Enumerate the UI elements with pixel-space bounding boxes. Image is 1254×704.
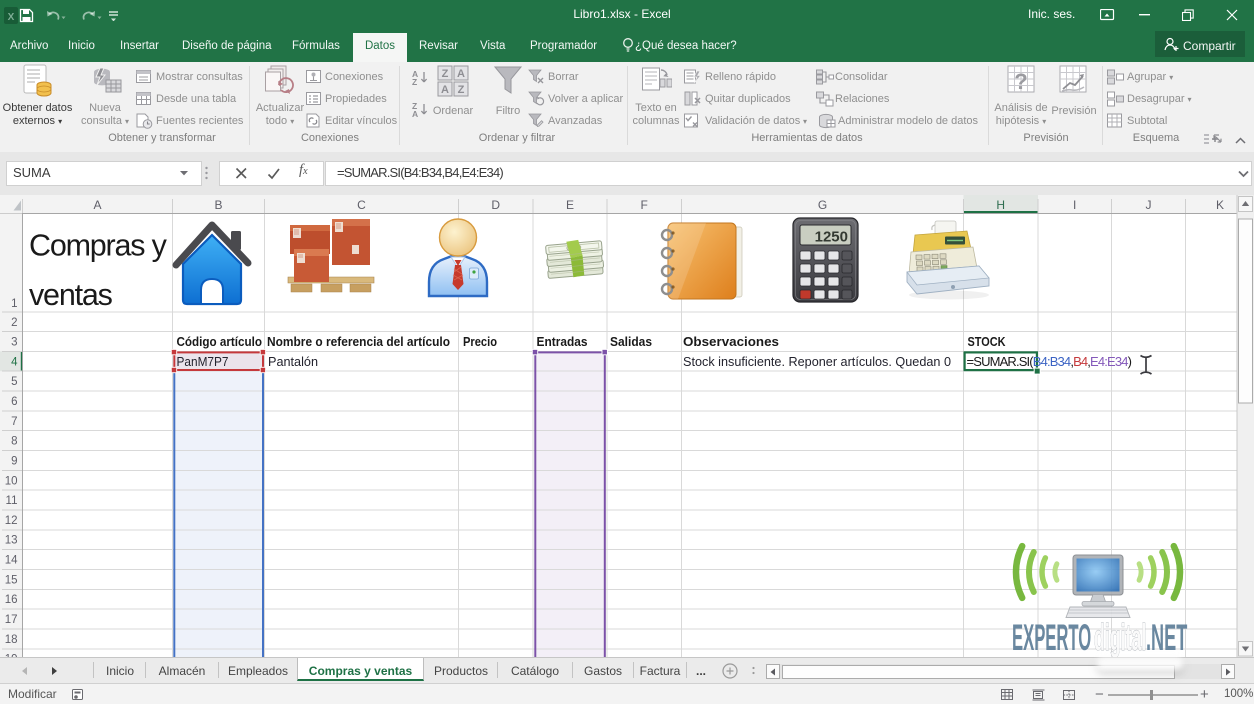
svg-text:digital: digital <box>1094 618 1146 657</box>
svg-text:G: G <box>818 198 827 212</box>
svg-text:9: 9 <box>11 455 17 467</box>
svg-text:Nombre o referencia del artícu: Nombre o referencia del artículo <box>267 334 450 349</box>
svg-text:8: 8 <box>11 436 17 448</box>
svg-text:.NET: .NET <box>1146 618 1187 657</box>
svg-text:11: 11 <box>6 495 18 507</box>
svg-text:6: 6 <box>11 396 17 408</box>
svg-text:13: 13 <box>5 535 18 547</box>
svg-text:Z: Z <box>412 77 417 86</box>
svg-text:PanM7P7: PanM7P7 <box>177 354 229 369</box>
svg-text:2: 2 <box>11 317 17 329</box>
svg-text:14: 14 <box>5 555 18 567</box>
svg-text:Z: Z <box>442 68 449 80</box>
svg-text:15: 15 <box>5 574 18 586</box>
svg-text:C: C <box>357 198 366 212</box>
svg-text:I: I <box>1073 198 1076 212</box>
svg-text:1: 1 <box>11 298 17 310</box>
svg-text:Precio: Precio <box>463 334 497 349</box>
svg-text:A: A <box>441 84 449 96</box>
svg-text:?: ? <box>1014 69 1027 94</box>
svg-text:D: D <box>491 198 500 212</box>
svg-text:Entradas: Entradas <box>537 334 588 349</box>
svg-text:12: 12 <box>5 515 18 527</box>
svg-text:A: A <box>93 198 101 212</box>
svg-text:Stock insuficiente. Reponer ar: Stock insuficiente. Reponer artículos. Q… <box>683 354 951 369</box>
svg-text:J: J <box>1146 198 1152 212</box>
svg-text:Código artículo: Código artículo <box>177 334 263 349</box>
svg-text:ventas: ventas <box>29 278 113 312</box>
svg-text:Z: Z <box>458 84 465 96</box>
svg-text:E: E <box>566 198 574 212</box>
svg-text:16: 16 <box>5 594 18 606</box>
svg-text:H: H <box>996 198 1005 212</box>
svg-text:F: F <box>641 198 648 212</box>
svg-text:Observaciones: Observaciones <box>683 334 779 349</box>
svg-text:17: 17 <box>5 614 18 626</box>
svg-text:1250: 1250 <box>815 229 848 246</box>
svg-text:Pantalón: Pantalón <box>268 354 318 369</box>
svg-text:B: B <box>214 198 222 212</box>
svg-text:X: X <box>8 12 15 23</box>
svg-text:4: 4 <box>11 356 18 368</box>
svg-text:EXPERTO: EXPERTO <box>1012 618 1091 657</box>
svg-text:7: 7 <box>11 416 17 428</box>
svg-text:=SUMAR.SI(B4:B34,B4,E4:E34): =SUMAR.SI(B4:B34,B4,E4:E34) <box>967 354 1132 369</box>
svg-text:A: A <box>457 68 465 80</box>
svg-text:5: 5 <box>11 376 17 388</box>
svg-text:Salidas: Salidas <box>610 334 652 349</box>
svg-text:18: 18 <box>5 634 18 646</box>
svg-text:K: K <box>1216 198 1224 212</box>
svg-text:STOCK: STOCK <box>968 334 1007 349</box>
svg-text:A: A <box>412 109 418 118</box>
svg-text:Compras y: Compras y <box>29 229 168 263</box>
svg-text:10: 10 <box>5 475 18 487</box>
svg-text:3: 3 <box>11 337 17 349</box>
